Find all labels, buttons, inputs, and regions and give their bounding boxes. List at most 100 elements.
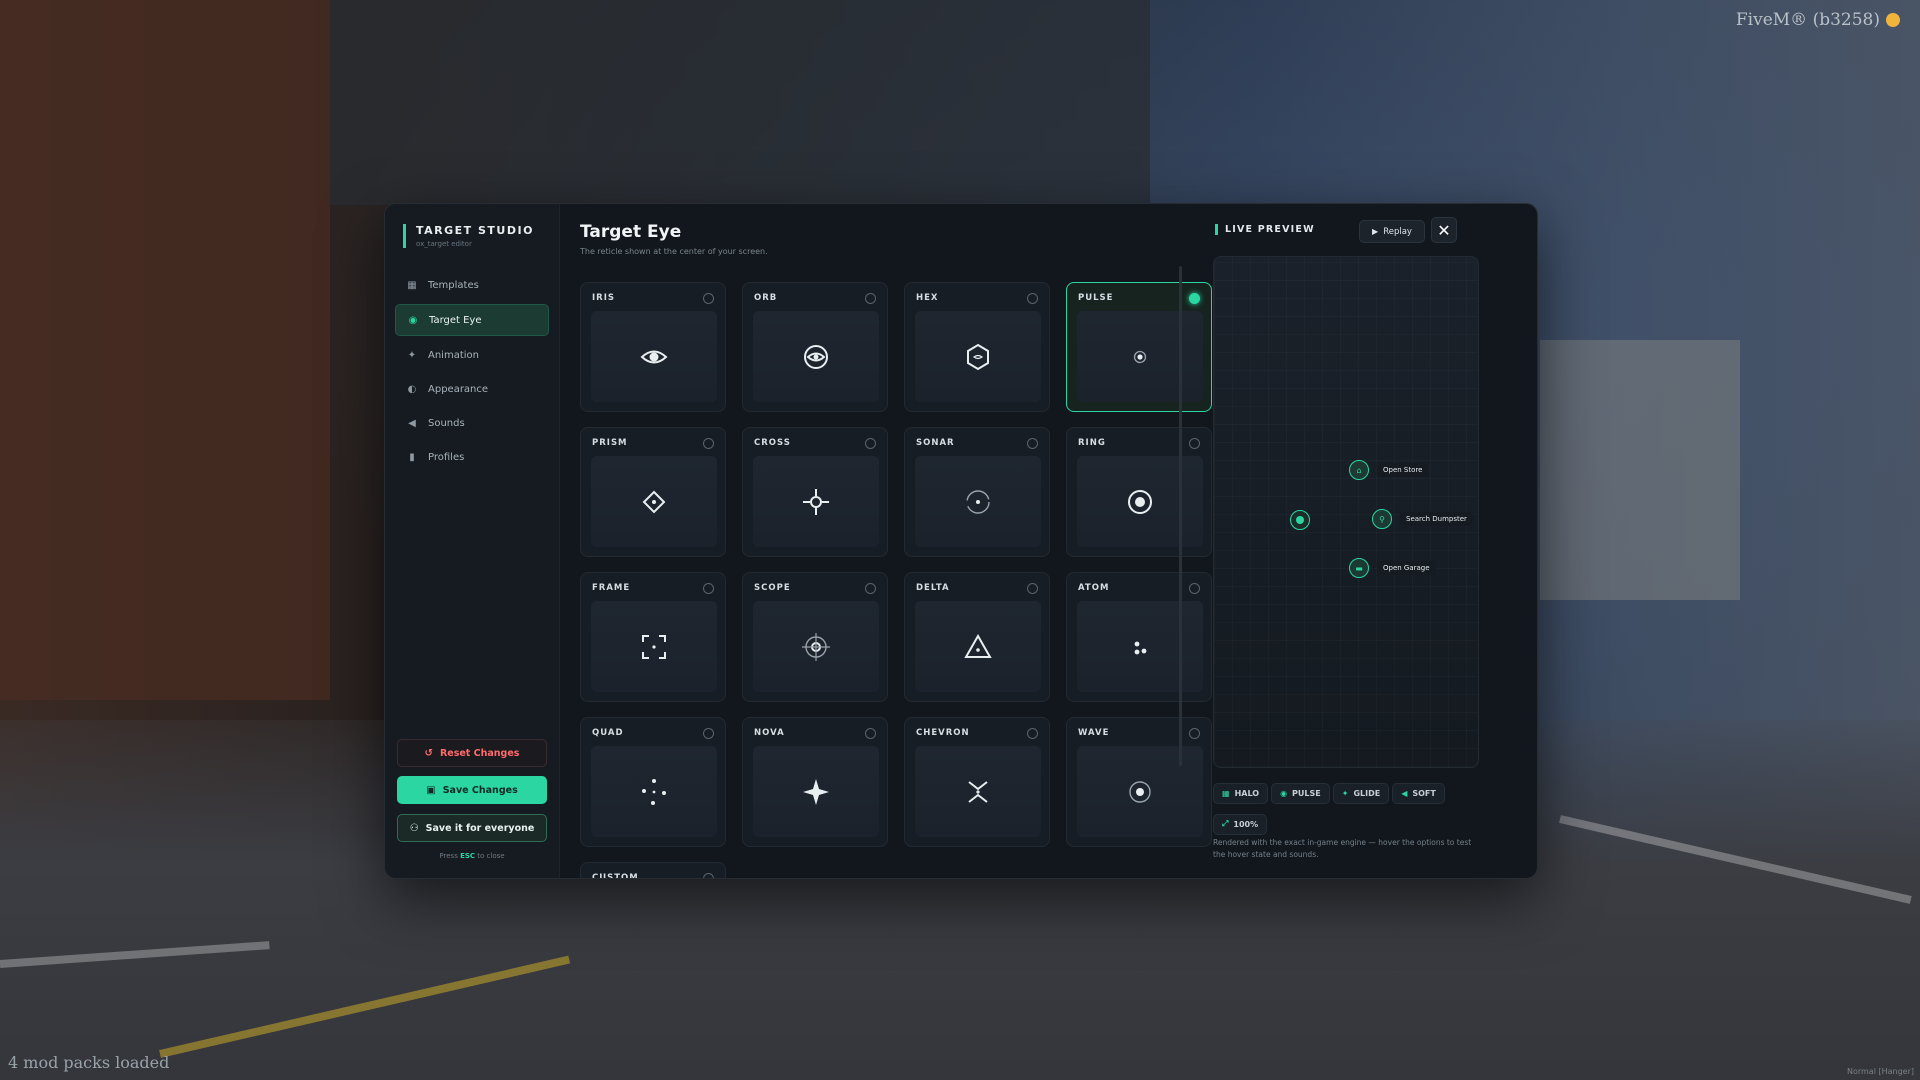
- reticle-card-cross[interactable]: CROSS: [742, 427, 888, 557]
- reticle-radio[interactable]: [703, 728, 714, 739]
- chip-glide[interactable]: ✦ GLIDE: [1332, 783, 1390, 804]
- quad-reticle-icon: [642, 778, 666, 805]
- sidebar-item-appearance[interactable]: ◐ Appearance: [395, 374, 549, 404]
- reticle-radio[interactable]: [865, 438, 876, 449]
- play-icon: ▶: [1372, 227, 1379, 236]
- background-building-center: [330, 0, 1150, 205]
- live-preview-panel: LIVE PREVIEW ▶ Replay ✕ ⌂ Open Store ⚲ Sear…: [1197, 204, 1537, 878]
- reticle-card-frame[interactable]: FRAME: [580, 572, 726, 702]
- reticle-preview: [591, 746, 717, 837]
- atom-reticle-icon: [1134, 641, 1147, 654]
- chip-label: PULSE: [1292, 789, 1321, 798]
- preview-option-open-store[interactable]: ⌂ Open Store: [1349, 460, 1429, 480]
- reticle-radio[interactable]: [703, 873, 714, 878]
- close-icon: ✕: [1437, 220, 1451, 240]
- preview-option-search-dumpster[interactable]: ⚲ Search Dumpster: [1372, 509, 1473, 529]
- fivem-build-label: FiveM® (b3258): [1736, 10, 1900, 30]
- chip-label: HALO: [1234, 789, 1260, 798]
- reticle-label: FRAME: [592, 583, 631, 593]
- close-button[interactable]: ✕: [1431, 217, 1457, 243]
- nova-reticle-icon: [803, 778, 829, 805]
- reticle-radio[interactable]: [703, 583, 714, 594]
- reticle-card-wave[interactable]: WAVE: [1066, 717, 1212, 847]
- reticle-card-sonar[interactable]: SONAR: [904, 427, 1050, 557]
- reticle-card-ring[interactable]: RING: [1066, 427, 1212, 557]
- ring-reticle-icon: [1128, 489, 1152, 514]
- eye-reticle-icon: [640, 350, 668, 363]
- hex-reticle-icon: [967, 343, 989, 370]
- live-preview-title: LIVE PREVIEW: [1215, 224, 1315, 235]
- reticle-card-prism[interactable]: PRISM: [580, 427, 726, 557]
- target-studio-modal: TARGET STUDIO ox_target editor ▦ Template…: [384, 203, 1538, 879]
- reticle-label: PRISM: [592, 438, 628, 448]
- reticle-card-quad[interactable]: QUAD: [580, 717, 726, 847]
- magic-wand-icon: ✦: [1341, 789, 1349, 798]
- reticle-card-pulse[interactable]: PULSE: [1066, 282, 1212, 412]
- reticle-radio[interactable]: [1027, 293, 1038, 304]
- save-for-everyone-button[interactable]: ⚇ Save it for everyone: [397, 814, 547, 842]
- corner-note: Normal [Hanger]: [1846, 1067, 1914, 1076]
- reticle-radio[interactable]: [1027, 728, 1038, 739]
- reticle-card-orb[interactable]: ORB: [742, 282, 888, 412]
- chip-pulse[interactable]: ◉ PULSE: [1271, 783, 1330, 804]
- reticle-preview: [1077, 746, 1203, 837]
- eye-icon: ◉: [1280, 789, 1288, 798]
- save-changes-button[interactable]: ▣ Save Changes: [397, 776, 547, 804]
- sidebar-item-animation[interactable]: ✦ Animation: [395, 340, 549, 370]
- search-icon: ⚲: [1372, 509, 1392, 529]
- grid-scrollbar[interactable]: [1179, 266, 1182, 766]
- reticle-radio[interactable]: [703, 293, 714, 304]
- chip-100-percent[interactable]: ⤢ 100%: [1213, 813, 1268, 835]
- reticle-card-iris[interactable]: IRIS: [580, 282, 726, 412]
- reticle-card-custom[interactable]: CUSTOM: [580, 862, 726, 878]
- cross-reticle-icon: [803, 488, 829, 515]
- reticle-label: WAVE: [1078, 728, 1110, 738]
- reticle-label: NOVA: [754, 728, 785, 738]
- preview-stage: ⌂ Open Store ⚲ Search Dumpster ▬ Open Garage: [1213, 256, 1479, 768]
- sidebar-item-target-eye[interactable]: ◉ Target Eye: [395, 304, 549, 336]
- replay-label: Replay: [1383, 226, 1412, 237]
- preview-option-open-garage[interactable]: ▬ Open Garage: [1349, 558, 1436, 578]
- reticle-card-hex[interactable]: HEX: [904, 282, 1050, 412]
- reset-changes-button[interactable]: ↺ Reset Changes: [397, 739, 547, 767]
- sidebar-item-sounds[interactable]: ◀ Sounds: [395, 408, 549, 438]
- chip-soft[interactable]: ◀ SOFT: [1392, 783, 1445, 804]
- reticle-preview: [753, 601, 879, 692]
- palette-icon: ◐: [407, 383, 417, 395]
- reticle-radio[interactable]: [1027, 438, 1038, 449]
- sidebar-item-templates[interactable]: ▦ Templates: [395, 270, 549, 300]
- reticle-card-delta[interactable]: DELTA: [904, 572, 1050, 702]
- chip-label: GLIDE: [1353, 789, 1381, 798]
- chip-halo[interactable]: ▦ HALO: [1213, 783, 1269, 804]
- reticle-preview: [915, 746, 1041, 837]
- page-title: Target Eye: [580, 222, 682, 242]
- reticle-card-scope[interactable]: SCOPE: [742, 572, 888, 702]
- grid-icon: ▦: [407, 279, 417, 291]
- preview-option-label: Search Dumpster: [1400, 512, 1473, 526]
- background-building-left: [0, 0, 330, 700]
- reticle-radio[interactable]: [865, 583, 876, 594]
- resize-icon: ⤢: [1222, 819, 1229, 828]
- delta-reticle-icon: [964, 633, 992, 658]
- reticle-card-chevron[interactable]: CHEVRON: [904, 717, 1050, 847]
- fivem-title: FiveM® (b3258): [1735, 10, 1880, 30]
- chip-label: 100%: [1233, 819, 1259, 829]
- floppy-icon: ▣: [426, 784, 436, 796]
- reticle-label: ORB: [754, 293, 778, 303]
- reticle-radio[interactable]: [703, 438, 714, 449]
- reticle-label: PULSE: [1078, 293, 1114, 303]
- chevron-reticle-icon: [968, 780, 988, 803]
- reticle-label: ATOM: [1078, 583, 1110, 593]
- reticle-radio[interactable]: [865, 293, 876, 304]
- esc-hint-suffix: to close: [475, 852, 505, 860]
- reticle-card-nova[interactable]: NOVA: [742, 717, 888, 847]
- reticle-preview: [915, 601, 1041, 692]
- reticle-radio[interactable]: [1027, 583, 1038, 594]
- reticle-preview: [591, 456, 717, 547]
- orb-reticle-icon: [804, 344, 828, 369]
- reticle-radio[interactable]: [865, 728, 876, 739]
- replay-button[interactable]: ▶ Replay: [1359, 220, 1425, 243]
- preview-target-eye: [1290, 510, 1310, 530]
- reticle-card-atom[interactable]: ATOM: [1066, 572, 1212, 702]
- sidebar-item-profiles[interactable]: ▮ Profiles: [395, 442, 549, 472]
